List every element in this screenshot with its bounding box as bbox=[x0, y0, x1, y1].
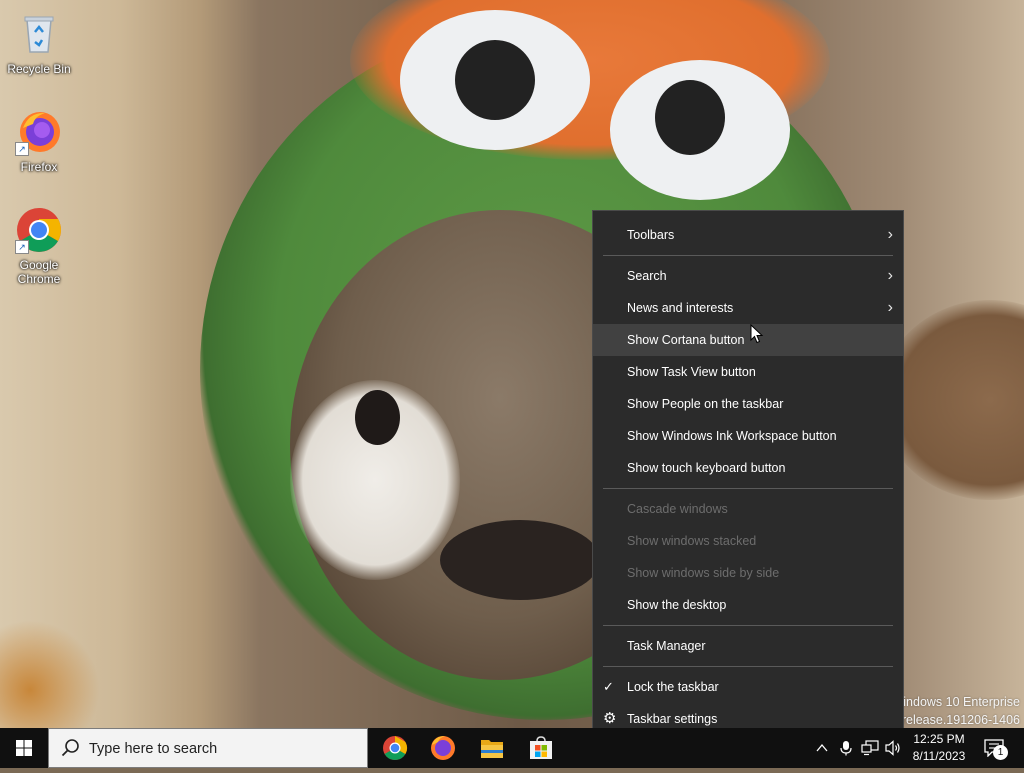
wallpaper-shape bbox=[655, 80, 725, 155]
chevron-up-icon[interactable] bbox=[815, 742, 829, 754]
taskbar-app-chrome[interactable] bbox=[371, 728, 419, 768]
menu-separator bbox=[603, 488, 893, 489]
file-explorer-icon bbox=[481, 740, 503, 758]
menu-item-task-manager[interactable]: Task Manager bbox=[593, 630, 903, 662]
menu-item-cascade-windows: Cascade windows bbox=[593, 493, 903, 525]
menu-item-label: Show Task View button bbox=[627, 365, 756, 379]
chrome-icon bbox=[383, 736, 408, 761]
clock-date: 8/11/2023 bbox=[912, 749, 966, 763]
microphone-icon[interactable] bbox=[839, 740, 853, 756]
menu-item-news-and-interests[interactable]: News and interests › bbox=[593, 292, 903, 324]
taskbar-clock[interactable]: 12:25 PM 8/11/2023 bbox=[906, 728, 972, 768]
menu-item-show-task-view-button[interactable]: Show Task View button bbox=[593, 356, 903, 388]
clock-time: 12:25 PM bbox=[913, 732, 965, 746]
wallpaper-shape bbox=[355, 390, 400, 445]
menu-item-show-people-on-the-taskbar[interactable]: Show People on the taskbar bbox=[593, 388, 903, 420]
mouse-cursor-icon bbox=[750, 324, 764, 344]
menu-item-label: Lock the taskbar bbox=[627, 680, 719, 694]
menu-item-label: Show the desktop bbox=[627, 598, 727, 612]
desktop-icon-label: Google Chrome bbox=[17, 258, 61, 286]
menu-item-label: Toolbars bbox=[627, 228, 675, 242]
menu-item-label: Taskbar settings bbox=[627, 712, 718, 726]
menu-item-label: Show Cortana button bbox=[627, 333, 745, 347]
chevron-right-icon: › bbox=[887, 299, 893, 316]
notification-count-badge: 1 bbox=[993, 745, 1008, 760]
firefox-icon: ↗ bbox=[15, 108, 63, 156]
taskbar-app-file-explorer[interactable] bbox=[468, 728, 516, 768]
checkmark-icon: ✓ bbox=[603, 679, 614, 694]
menu-item-label: Show windows stacked bbox=[627, 534, 757, 548]
taskbar-app-microsoft-store[interactable] bbox=[517, 728, 565, 768]
menu-separator bbox=[603, 666, 893, 667]
desktop-icon-label: Recycle Bin bbox=[7, 62, 71, 76]
menu-item-show-windows-stacked: Show windows stacked bbox=[593, 525, 903, 557]
firefox-icon bbox=[431, 736, 455, 760]
microsoft-store-icon bbox=[530, 736, 552, 759]
menu-separator bbox=[603, 625, 893, 626]
watermark-edition: Windows 10 Enterprise bbox=[891, 695, 1020, 709]
wallpaper-shape bbox=[455, 40, 535, 120]
menu-item-label: Show touch keyboard button bbox=[627, 461, 786, 475]
action-center-button[interactable]: 1 bbox=[976, 728, 1024, 768]
menu-item-lock-the-taskbar[interactable]: ✓ Lock the taskbar bbox=[593, 671, 903, 703]
chrome-icon: ↗ bbox=[15, 206, 63, 254]
recycle-bin-icon bbox=[15, 10, 63, 58]
menu-item-show-the-desktop[interactable]: Show the desktop bbox=[593, 589, 903, 621]
menu-item-label: Cascade windows bbox=[627, 502, 728, 516]
start-button[interactable] bbox=[0, 728, 48, 768]
desktop-icon-label: Firefox bbox=[20, 160, 58, 174]
taskbar-search-box[interactable]: Type here to search bbox=[48, 728, 368, 768]
search-placeholder: Type here to search bbox=[89, 741, 218, 757]
menu-item-label: Task Manager bbox=[627, 639, 706, 653]
windows-watermark: Windows 10 Enterprise o_release.191206-1… bbox=[888, 693, 1020, 728]
menu-item-show-touch-keyboard-button[interactable]: Show touch keyboard button bbox=[593, 452, 903, 484]
wallpaper-shape bbox=[0, 620, 100, 728]
menu-item-label: Search bbox=[627, 269, 667, 283]
taskbar-context-menu: Toolbars › Search › News and interests › Show … bbox=[592, 210, 904, 743]
desktop-icon-firefox[interactable]: ↗ Firefox bbox=[4, 108, 74, 174]
chevron-right-icon: › bbox=[887, 226, 893, 243]
network-icon[interactable] bbox=[861, 740, 879, 756]
watermark-build: o_release.191206-1406 bbox=[887, 713, 1020, 727]
shortcut-arrow-icon: ↗ bbox=[15, 142, 29, 156]
wallpaper-shape bbox=[440, 520, 600, 600]
menu-item-label: News and interests bbox=[627, 301, 734, 315]
desktop-icon-google-chrome[interactable]: ↗ Google Chrome bbox=[4, 206, 74, 286]
menu-item-label: Show People on the taskbar bbox=[627, 397, 784, 411]
taskbar[interactable]: Type here to search 12:25 PM 8/11/2023 1 bbox=[0, 728, 1024, 768]
menu-item-label: Show windows side by side bbox=[627, 566, 780, 580]
search-icon bbox=[61, 739, 79, 757]
menu-separator bbox=[603, 255, 893, 256]
volume-icon[interactable] bbox=[884, 740, 902, 756]
menu-item-show-cortana-button[interactable]: Show Cortana button bbox=[593, 324, 903, 356]
windows-logo-icon bbox=[16, 740, 32, 756]
shortcut-arrow-icon: ↗ bbox=[15, 240, 29, 254]
desktop-icon-recycle-bin[interactable]: Recycle Bin bbox=[4, 10, 74, 76]
menu-item-toolbars[interactable]: Toolbars › bbox=[593, 219, 903, 251]
menu-item-show-windows-side-by-side: Show windows side by side bbox=[593, 557, 903, 589]
chevron-right-icon: › bbox=[887, 267, 893, 284]
menu-item-show-windows-ink-workspace-button[interactable]: Show Windows Ink Workspace button bbox=[593, 420, 903, 452]
taskbar-app-firefox[interactable] bbox=[419, 728, 467, 768]
menu-item-label: Show Windows Ink Workspace button bbox=[627, 429, 837, 443]
menu-item-search[interactable]: Search › bbox=[593, 260, 903, 292]
